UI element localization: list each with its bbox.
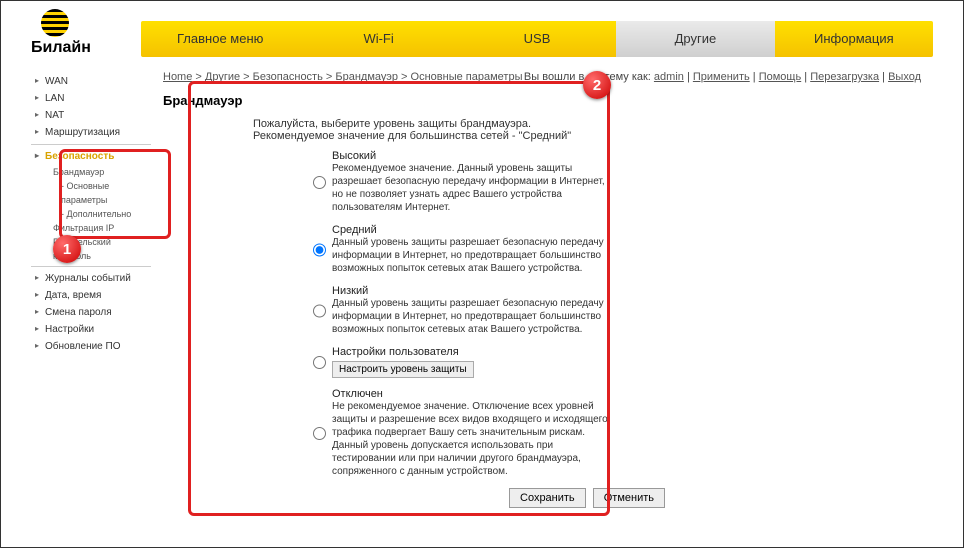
- link-reboot[interactable]: Перезагрузка: [810, 71, 879, 83]
- sidebar-item-password[interactable]: Смена пароля: [31, 304, 151, 321]
- option-label-0: Высокий: [332, 150, 613, 162]
- nav-info[interactable]: Информация: [775, 21, 933, 57]
- crumb-security[interactable]: Безопасность: [253, 71, 323, 83]
- option-desc-4: Не рекомендуемое значение. Отключение вс…: [332, 400, 613, 478]
- crumb-firewall[interactable]: Брандмауэр: [335, 71, 398, 83]
- top-nav: Главное меню Wi-Fi USB Другие Информация: [141, 21, 933, 57]
- radio-2[interactable]: [313, 286, 326, 336]
- nav-other[interactable]: Другие: [616, 21, 774, 57]
- sidebar-item-firmware[interactable]: Обновление ПО: [31, 338, 151, 355]
- radio-1[interactable]: [313, 225, 326, 275]
- header-links: Вы вошли в систему как: admin | Применит…: [524, 71, 921, 83]
- link-help[interactable]: Помощь: [759, 71, 802, 83]
- nav-main[interactable]: Главное меню: [141, 21, 299, 57]
- content: Home > Другие > Безопасность > Брандмауэ…: [151, 63, 933, 523]
- radio-0[interactable]: [313, 151, 326, 214]
- sidebar: WAN LAN NAT Маршрутизация Безопасность Б…: [31, 63, 151, 523]
- link-logout[interactable]: Выход: [888, 71, 921, 83]
- link-user[interactable]: admin: [654, 71, 684, 83]
- option-desc-2: Данный уровень защиты разрешает безопасн…: [332, 297, 613, 336]
- crumb-basic[interactable]: Основные параметры: [411, 71, 523, 83]
- sidebar-item-security[interactable]: Безопасность: [31, 148, 151, 165]
- intro-line2: Рекомендуемое значение для большинства с…: [253, 130, 573, 142]
- sidebar-item-logs[interactable]: Журналы событий: [31, 270, 151, 287]
- radio-4[interactable]: [313, 389, 326, 478]
- sidebar-sub-advanced[interactable]: - Дополнительно: [31, 207, 151, 221]
- sidebar-sub-ipfilter[interactable]: Фильтрация IP: [31, 221, 151, 235]
- intro-line1: Пожалуйста, выберите уровень защиты бран…: [253, 118, 573, 130]
- nav-wifi[interactable]: Wi-Fi: [299, 21, 457, 57]
- sidebar-item-datetime[interactable]: Дата, время: [31, 287, 151, 304]
- sidebar-item-lan[interactable]: LAN: [31, 90, 151, 107]
- nav-usb[interactable]: USB: [458, 21, 616, 57]
- sidebar-item-wan[interactable]: WAN: [31, 73, 151, 90]
- option-desc-1: Данный уровень защиты разрешает безопасн…: [332, 236, 613, 275]
- configure-level-button[interactable]: Настроить уровень защиты: [332, 361, 474, 378]
- cancel-button[interactable]: Отменить: [593, 488, 665, 508]
- option-label-1: Средний: [332, 224, 613, 236]
- logo-text: Билайн: [31, 39, 91, 57]
- logo: Билайн: [31, 9, 141, 57]
- save-button[interactable]: Сохранить: [509, 488, 586, 508]
- firewall-options: ВысокийРекомендуемое значение. Данный ур…: [313, 150, 613, 478]
- option-label-4: Отключен: [332, 388, 613, 400]
- radio-3[interactable]: [313, 347, 326, 378]
- sidebar-item-settings[interactable]: Настройки: [31, 321, 151, 338]
- crumb-home[interactable]: Home: [163, 71, 192, 83]
- option-label-3: Настройки пользователя: [332, 346, 613, 358]
- option-desc-0: Рекомендуемое значение. Данный уровень з…: [332, 162, 613, 214]
- option-label-2: Низкий: [332, 285, 613, 297]
- crumb-other[interactable]: Другие: [205, 71, 240, 83]
- logo-icon: [41, 9, 69, 37]
- link-apply[interactable]: Применить: [693, 71, 750, 83]
- sidebar-sub-parental[interactable]: Родительский контроль: [31, 235, 151, 263]
- sidebar-sub-basic[interactable]: - Основные параметры: [31, 179, 151, 207]
- sidebar-sub-firewall[interactable]: Брандмауэр: [31, 165, 151, 179]
- sidebar-item-nat[interactable]: NAT: [31, 107, 151, 124]
- page-title: Брандмауэр: [163, 93, 921, 108]
- login-prefix: Вы вошли в систему как:: [524, 71, 654, 83]
- sidebar-item-routing[interactable]: Маршрутизация: [31, 124, 151, 141]
